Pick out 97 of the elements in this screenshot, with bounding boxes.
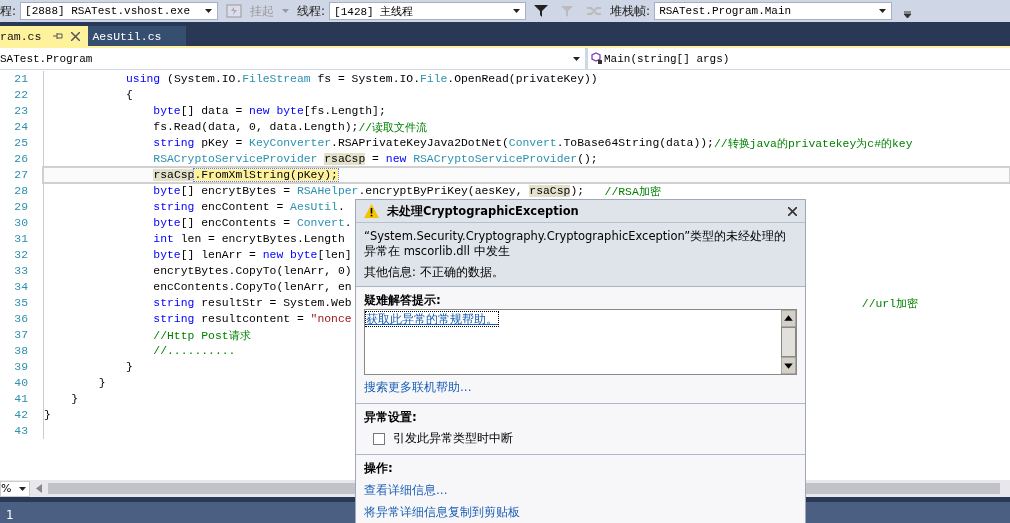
popup-title: 未处理CryptographicException <box>387 203 580 219</box>
stack-frame-label: 堆栈帧: <box>610 2 651 20</box>
code-text: fs.Read(data, 0, data.Length); <box>152 121 359 133</box>
code-text: [] data = <box>180 105 244 117</box>
code-text: RSACryptoServiceProvider <box>152 153 319 165</box>
code-text: //Http Post请求 <box>152 328 251 343</box>
section-heading: 操作: <box>364 460 394 477</box>
line-number: 22 <box>13 89 29 101</box>
code-text: .OpenRead(privateKey)) <box>447 73 598 85</box>
code-text: rsaCsp <box>529 185 571 197</box>
code-text: rsaCsp <box>153 169 195 181</box>
exception-message: “System.Security.Cryptography.CryptographicException”类型的未经处理的异常在 mscorlib.dll 中发生 <box>364 229 788 259</box>
code-text: (System.IO. <box>166 73 243 85</box>
line-number: 31 <box>13 233 29 245</box>
code-text: RSACryptoServiceProvider <box>413 153 578 165</box>
line-number: 21 <box>13 73 29 85</box>
code-text: ); <box>570 185 586 197</box>
code-text: string <box>152 313 195 325</box>
code-text: encrytBytes.CopyTo(lenArr, 0) <box>152 265 352 277</box>
code-text: //.......... <box>152 345 236 357</box>
thread-label: 线程: <box>297 2 326 20</box>
process-label: 程: <box>0 2 17 20</box>
code-text: Convert <box>508 137 557 149</box>
line-number: 39 <box>13 361 29 373</box>
code-text: } <box>125 361 133 373</box>
code-text: [len] <box>317 249 352 261</box>
line-number: 37 <box>13 329 29 341</box>
section-heading: 疑难解答提示: <box>364 292 442 309</box>
line-number: 30 <box>13 217 29 229</box>
line-number: 27 <box>13 169 29 181</box>
code-text: [] encContents = <box>180 217 292 229</box>
code-text: byte <box>152 185 181 197</box>
code-text: KeyConverter <box>249 137 332 149</box>
code-text: File <box>420 73 448 85</box>
code-text: string <box>152 297 195 309</box>
line-number: 33 <box>13 265 29 277</box>
code-text: byte <box>152 105 181 117</box>
code-text: encContent = <box>200 201 285 213</box>
code-text: . <box>337 201 345 213</box>
code-text: rsaCsp <box>324 153 366 165</box>
line-number: 23 <box>13 105 29 117</box>
section-heading: 异常设置: <box>364 409 418 426</box>
line-number: 38 <box>13 345 29 357</box>
code-text: resultStr = System.Web <box>200 297 352 309</box>
code-text: "nonce <box>310 313 352 325</box>
code-text: .FromXmlString(pKey); <box>194 169 338 181</box>
line-number: 42 <box>13 409 29 421</box>
checkbox-label: 引发此异常类型时中断 <box>393 430 513 447</box>
code-text: pKey = <box>200 137 244 149</box>
code-text: fs = System.IO. <box>316 73 420 85</box>
code-text: } <box>97 377 106 389</box>
line-number: 34 <box>13 281 29 293</box>
line-number: 24 <box>13 121 29 133</box>
line-number: 43 <box>13 425 29 437</box>
code-text: byte <box>152 217 181 229</box>
line-number: 25 <box>13 137 29 149</box>
additional-info: 其他信息: 不正确的数据。 <box>364 265 505 280</box>
code-text: using <box>125 73 161 85</box>
line-number: 36 <box>13 313 29 325</box>
code-text: //读取文件流 <box>358 120 428 135</box>
code-text: .ToBase64String(data)); <box>556 137 714 149</box>
code-text: . <box>344 217 352 229</box>
code-text: //RSA加密 <box>604 184 661 199</box>
line-number: 26 <box>13 153 29 165</box>
code-text: [fs.Length]; <box>303 105 386 117</box>
code-text: [] lenArr = <box>180 249 257 261</box>
code-text: RSAHelper <box>296 185 359 197</box>
code-text: } <box>44 409 51 421</box>
code-text: .RSAPrivateKeyJava2DotNet( <box>331 137 509 149</box>
code-text: resultcontent = <box>200 313 305 325</box>
code-text: .encryptByPriKey(aesKey, <box>358 185 524 197</box>
code-text: } <box>70 393 79 405</box>
code-text: string <box>152 201 195 213</box>
code-text: //转换java的privatekey为c#的key <box>713 136 913 151</box>
code-text: byte <box>152 249 181 261</box>
line-number: 41 <box>13 393 29 405</box>
code-comment: //url加密 <box>861 296 918 311</box>
line-number: 29 <box>13 201 29 213</box>
code-text: = <box>371 153 380 165</box>
code-text: len = encrytBytes.Length <box>179 233 345 245</box>
code-text: FileStream <box>242 73 311 85</box>
code-text: { <box>125 89 133 101</box>
code-text: int <box>152 233 174 245</box>
code-text: encContents.CopyTo(lenArr, en <box>152 281 352 293</box>
code-text: string <box>152 137 195 149</box>
code-text: new byte <box>249 105 304 117</box>
code-text: AesUtil <box>290 201 338 213</box>
code-text: Convert <box>296 217 345 229</box>
code-text: (); <box>577 153 598 165</box>
status-text: 1 <box>6 508 14 522</box>
line-number: 40 <box>13 377 29 389</box>
line-number: 28 <box>13 185 29 197</box>
line-number: 32 <box>13 249 29 261</box>
code-text: new <box>385 153 408 165</box>
code-text: [] encrytBytes = <box>180 185 292 197</box>
line-number: 35 <box>13 297 29 309</box>
code-text: new byte <box>262 249 318 261</box>
